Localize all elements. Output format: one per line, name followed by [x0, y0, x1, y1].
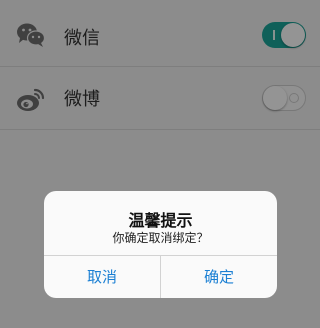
- confirm-dialog: 温馨提示 你确定取消绑定？ 取消 确定: [44, 191, 277, 298]
- dialog-buttons: 取消 确定: [44, 255, 277, 298]
- dialog-message: 你确定取消绑定？: [112, 231, 209, 245]
- confirm-button[interactable]: 确定: [161, 256, 277, 298]
- cancel-button[interactable]: 取消: [44, 256, 161, 298]
- dialog-title: 温馨提示: [128, 211, 193, 230]
